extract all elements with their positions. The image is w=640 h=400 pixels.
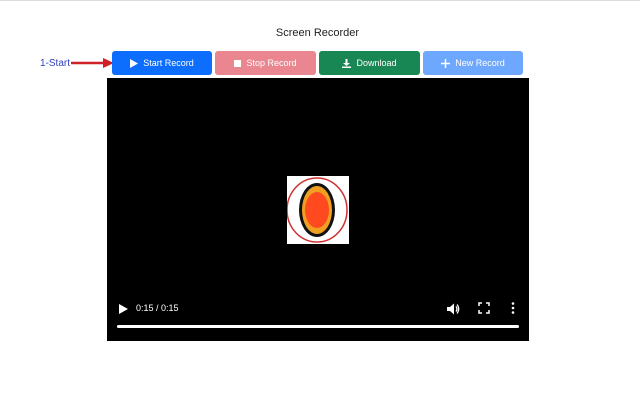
video-controls: 0:15 / 0:15 [107,296,529,341]
play-icon [130,58,139,68]
play-button-icon[interactable] [117,303,129,315]
video-progress-fill [117,325,519,328]
plus-icon [441,58,451,68]
download-label: Download [356,58,397,68]
download-button[interactable]: Download [319,51,420,75]
video-progress-bar[interactable] [117,325,519,328]
download-icon [342,58,352,68]
page: Screen Recorder 1-Start Start Record Sto… [0,0,640,400]
new-record-button[interactable]: New Record [423,51,523,75]
new-record-label: New Record [455,58,505,68]
stop-icon [234,59,242,67]
fullscreen-icon[interactable] [478,302,490,314]
video-time: 0:15 / 0:15 [136,303,179,313]
volume-icon[interactable] [446,302,460,316]
stop-record-button[interactable]: Stop Record [215,51,316,75]
recorded-frame-image [287,176,349,244]
annotation-arrow-icon [71,58,114,68]
video-player[interactable]: 0:15 / 0:15 [107,78,529,341]
start-record-label: Start Record [143,58,194,68]
stop-record-label: Stop Record [246,58,297,68]
annotation-label: 1-Start [40,58,71,69]
more-options-icon[interactable] [508,301,518,315]
start-record-button[interactable]: Start Record [112,51,212,75]
page-title: Screen Recorder [275,27,360,39]
